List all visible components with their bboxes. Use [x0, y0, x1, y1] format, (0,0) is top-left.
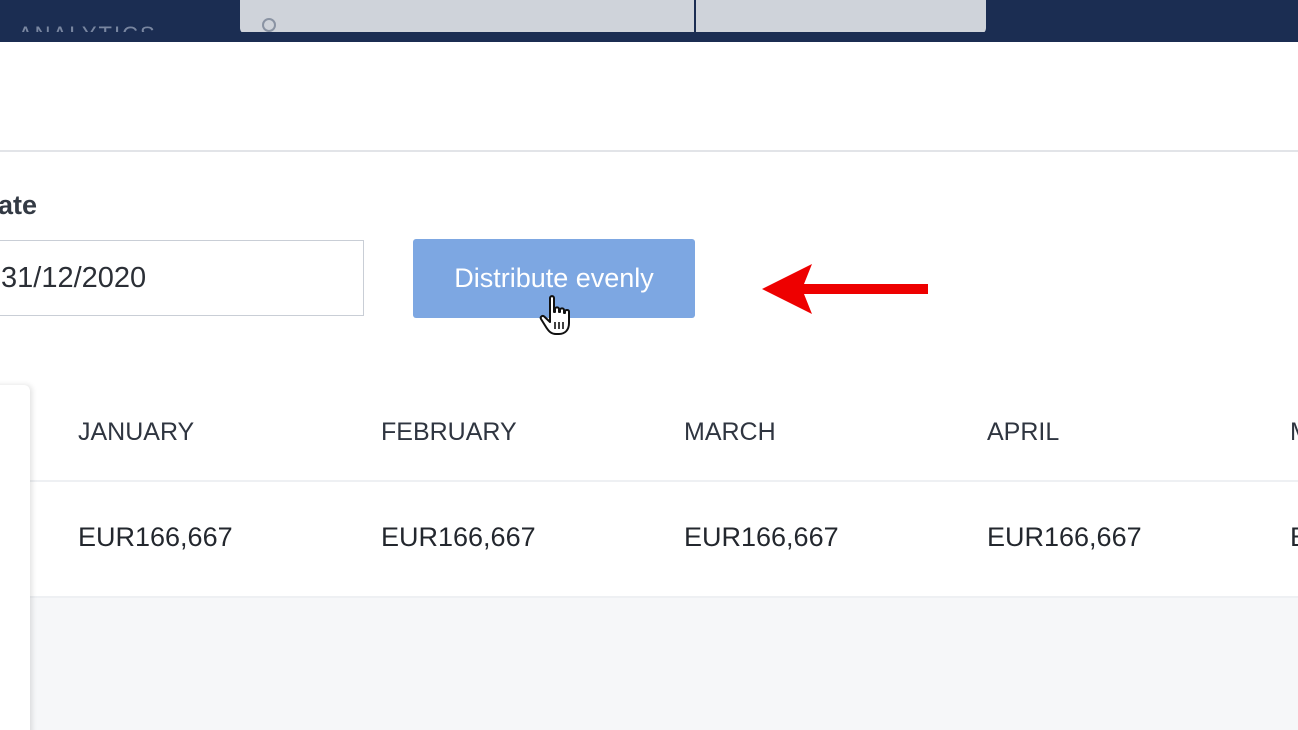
- stage: ANALYTICS ate Distribute evenly JANUARY …: [0, 0, 1298, 730]
- column-header-january: JANUARY: [78, 418, 195, 446]
- column-header-may-clipped: M: [1290, 418, 1298, 447]
- cell-february[interactable]: EUR166,667: [381, 522, 536, 553]
- hand-pointer-cursor-icon: [539, 295, 570, 335]
- search-icon: [262, 18, 276, 32]
- end-date-input[interactable]: [0, 240, 364, 316]
- end-date-label: ate: [0, 190, 38, 220]
- header-divider: [0, 150, 1298, 152]
- column-header-april: APRIL: [987, 418, 1060, 446]
- cell-march[interactable]: EUR166,667: [684, 522, 839, 553]
- top-navbar: ANALYTICS: [0, 0, 1298, 42]
- column-header-february: FEBRUARY: [381, 418, 517, 446]
- header-row-divider: [30, 480, 1298, 482]
- table-frozen-column: [0, 385, 30, 730]
- navbar-bottom-band: [0, 32, 1298, 42]
- search-bar[interactable]: [240, 0, 694, 34]
- column-header-march: MARCH: [684, 418, 776, 446]
- annotation-arrow-icon: [762, 264, 928, 314]
- table-empty-area: [0, 598, 1298, 730]
- advanced-search-button[interactable]: [696, 0, 986, 34]
- cell-january[interactable]: EUR166,667: [78, 522, 233, 553]
- cell-april[interactable]: EUR166,667: [987, 522, 1142, 553]
- data-row-divider: [30, 596, 1298, 598]
- cell-may-clipped[interactable]: E: [1290, 522, 1298, 553]
